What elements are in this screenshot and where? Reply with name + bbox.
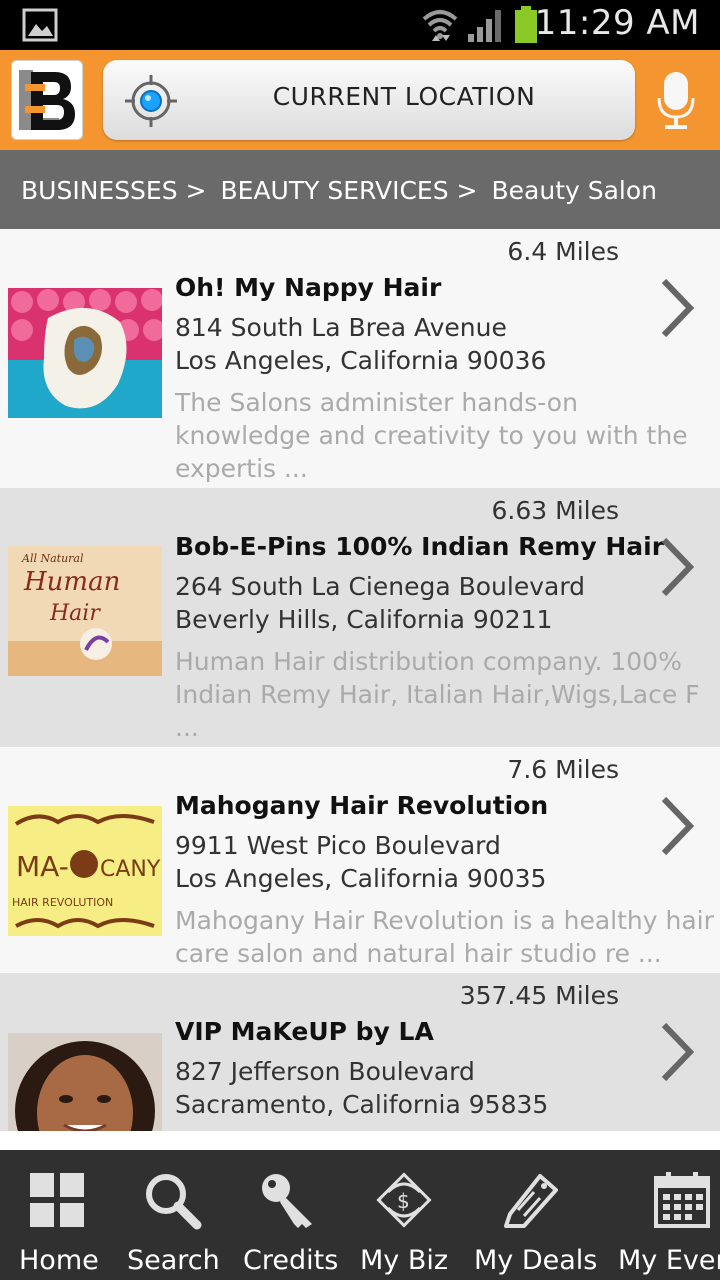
magnifier-icon — [146, 1174, 202, 1230]
breadcrumb-businesses[interactable]: BUSINESSES > — [21, 176, 207, 205]
salon-logo-image: All Natural Human Hair — [8, 546, 162, 676]
logo-icon — [19, 70, 75, 130]
list-item[interactable]: 6.63 Miles All Natural Human Hair Bob-E-… — [0, 488, 720, 747]
chevron-right-icon[interactable] — [660, 277, 696, 339]
thumb-caption: Human — [23, 567, 120, 597]
business-address-line2: Los Angeles, California 90036 — [175, 346, 547, 375]
nav-credits[interactable]: Credits — [230, 1150, 346, 1280]
grid-icon — [30, 1173, 84, 1227]
nav-label: My Even — [618, 1245, 720, 1276]
nav-home[interactable]: Home — [0, 1150, 114, 1280]
nav-my-biz[interactable]: $ My Biz — [346, 1150, 462, 1280]
chevron-right-icon[interactable] — [660, 1021, 696, 1083]
business-address-line1: 814 South La Brea Avenue — [175, 313, 507, 342]
list-item[interactable]: 7.6 Miles MA- CANY HAIR REVOLUTION Mahog… — [0, 747, 720, 973]
business-thumbnail — [8, 1033, 162, 1131]
key-icon — [262, 1174, 312, 1228]
business-address-line2: Los Angeles, California 90035 — [175, 864, 547, 893]
nav-label: My Biz — [360, 1245, 449, 1276]
distance-label: 6.4 Miles — [507, 237, 619, 266]
app-header: CURRENT LOCATION — [0, 50, 720, 150]
business-address-line2: Sacramento, California 95835 — [175, 1090, 549, 1119]
crosshair-icon — [125, 75, 177, 127]
nav-label: Home — [19, 1245, 99, 1276]
current-location-label: CURRENT LOCATION — [272, 82, 536, 111]
business-address-line1: 9911 West Pico Boulevard — [175, 831, 501, 860]
business-thumbnail: MA- CANY HAIR REVOLUTION — [8, 806, 162, 936]
business-name: VIP MaKeUP by LA — [175, 1017, 434, 1046]
business-name: Oh! My Nappy Hair — [175, 273, 442, 302]
signal-icon — [468, 10, 501, 42]
nav-my-events[interactable]: My Even — [596, 1150, 720, 1280]
business-thumbnail: All Natural Human Hair — [8, 546, 162, 676]
dollar-tag-icon: $ — [376, 1172, 432, 1228]
profile-photo-image — [8, 1033, 162, 1131]
nav-label: Credits — [243, 1245, 339, 1276]
business-description: Human Hair distribution company. 100% In… — [175, 647, 700, 742]
thumb-caption: CANY — [100, 857, 161, 882]
business-description: The Salons administer hands-on knowledge… — [175, 388, 688, 483]
wifi-icon — [422, 10, 458, 41]
breadcrumb-beauty-services[interactable]: BEAUTY SERVICES > — [221, 176, 478, 205]
app-logo[interactable] — [11, 60, 83, 140]
status-time: 11:29 AM — [534, 3, 700, 43]
salon-logo-image: MA- CANY HAIR REVOLUTION — [8, 806, 162, 936]
nav-search[interactable]: Search — [114, 1150, 230, 1280]
business-list: 6.4 Miles Oh! My Nappy Hair 814 South La… — [0, 229, 720, 1131]
list-item[interactable]: 6.4 Miles Oh! My Nappy Hair 814 South La… — [0, 229, 720, 488]
distance-label: 6.63 Miles — [491, 496, 619, 525]
tag-icon — [504, 1174, 558, 1228]
chevron-right-icon[interactable] — [660, 795, 696, 857]
nav-my-deals[interactable]: My Deals — [462, 1150, 598, 1280]
chevron-right-icon[interactable] — [660, 536, 696, 598]
gallery-icon — [22, 8, 58, 42]
breadcrumb-beauty-salon: Beauty Salon — [491, 175, 658, 205]
distance-label: 7.6 Miles — [507, 755, 619, 784]
business-address-line2: Beverly Hills, California 90211 — [175, 605, 553, 634]
thumb-caption: All Natural — [21, 552, 84, 565]
current-location-button[interactable]: CURRENT LOCATION — [103, 60, 635, 140]
thumb-caption: Hair — [49, 601, 101, 626]
thumb-caption: MA- — [16, 850, 69, 883]
business-description: Mahogany Hair Revolution is a healthy ha… — [175, 906, 714, 968]
svg-text:$: $ — [397, 1189, 410, 1213]
business-address-line1: 827 Jefferson Boulevard — [175, 1057, 475, 1086]
bottom-nav: Home Search Credits $ My Biz My Deals My… — [0, 1150, 720, 1280]
business-name: Mahogany Hair Revolution — [175, 791, 549, 820]
thumb-caption: HAIR REVOLUTION — [12, 896, 113, 909]
list-item[interactable]: 357.45 Miles VIP MaKeUP by LA 827 Jeffer… — [0, 973, 720, 1131]
nav-label: Search — [127, 1245, 220, 1276]
nav-label: My Deals — [474, 1245, 598, 1276]
distance-label: 357.45 Miles — [459, 981, 619, 1010]
breadcrumb: BUSINESSES > BEAUTY SERVICES > Beauty Sa… — [0, 150, 720, 230]
status-bar: 11:29 AM — [0, 0, 720, 50]
business-name: Bob-E-Pins 100% Indian Remy Hair — [175, 532, 665, 561]
business-address-line1: 264 South La Cienega Boulevard — [175, 572, 586, 601]
calendar-icon — [654, 1172, 710, 1228]
salon-logo-image — [8, 288, 162, 418]
microphone-icon[interactable] — [656, 70, 696, 132]
business-thumbnail — [8, 288, 162, 418]
